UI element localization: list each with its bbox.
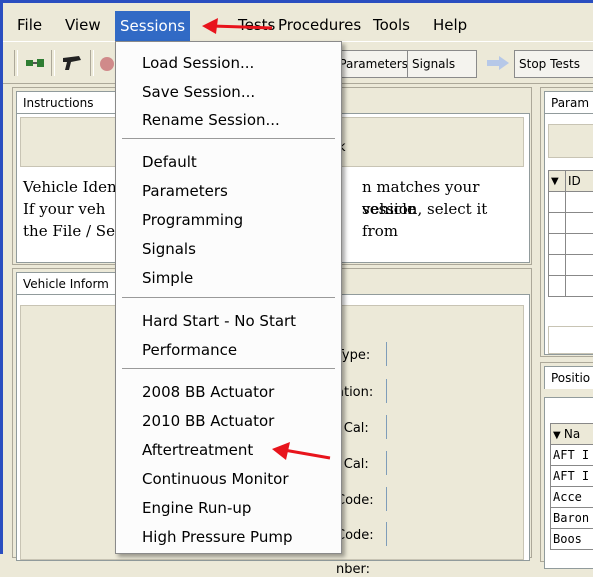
sessions-dropdown-menu: Load Session... Save Session... Rename S… <box>115 41 342 554</box>
menu-item-rename-session[interactable]: Rename Session... <box>142 111 280 129</box>
flash-gun-icon[interactable] <box>61 52 85 74</box>
menu-procedures[interactable]: Procedures <box>278 16 361 34</box>
vehicle-field-value[interactable] <box>386 451 387 475</box>
toolbar-grip <box>14 50 18 76</box>
parameters-grid-header: ▼ ID <box>549 171 593 192</box>
vehicle-field-value[interactable] <box>386 379 387 403</box>
stop-arrow-icon <box>487 55 511 71</box>
parameters-panel: Param ▼ ID 9 9 9 7 8 <box>540 87 593 357</box>
col-id[interactable]: ID <box>566 171 593 192</box>
table-cell: 9 <box>566 213 593 234</box>
instructions-line-start: the File / Se <box>23 222 115 240</box>
table-cell: AFT I <box>551 466 593 487</box>
menu-bar: File View Sessions Tests Procedures Tool… <box>3 3 593 41</box>
menu-item-programming[interactable]: Programming <box>142 211 243 229</box>
menu-item-2008-bb-actuator[interactable]: 2008 BB Actuator <box>142 383 274 401</box>
table-cell: Acce <box>551 487 593 508</box>
menu-separator <box>122 368 335 369</box>
table-row[interactable]: Boos <box>551 529 593 550</box>
filter-icon[interactable]: ▼ <box>549 171 566 192</box>
table-cell: 8 <box>566 276 593 297</box>
instructions-line-start: Vehicle Iden <box>23 178 117 196</box>
table-row[interactable]: 9 <box>549 234 593 255</box>
menu-item-default[interactable]: Default <box>142 153 197 171</box>
menu-separator <box>122 138 335 139</box>
menu-item-continuous-monitor[interactable]: Continuous Monitor <box>142 470 289 488</box>
menu-item-hard-start-no-start[interactable]: Hard Start - No Start <box>142 312 296 330</box>
stop-tests-button[interactable]: Stop Tests <box>514 50 593 78</box>
menu-item-performance[interactable]: Performance <box>142 341 237 359</box>
position-grid: ▼ Na AFT I AFT I Acce Baron Boos <box>550 423 593 550</box>
table-row[interactable]: 8 <box>549 276 593 297</box>
toolbar-separator <box>90 50 94 76</box>
tab-vehicle-information[interactable]: Vehicle Inform <box>16 272 126 295</box>
col-name: Na <box>564 427 580 441</box>
menu-item-simple[interactable]: Simple <box>142 269 193 287</box>
table-cell: 9 <box>566 234 593 255</box>
menu-item-save-session[interactable]: Save Session... <box>142 83 255 101</box>
table-row[interactable]: 9 <box>549 192 593 213</box>
table-cell: Boos <box>551 529 593 550</box>
table-cell: 9 <box>566 192 593 213</box>
vehicle-field-value[interactable] <box>386 522 387 546</box>
menu-item-load-session[interactable]: Load Session... <box>142 54 254 72</box>
menu-item-aftertreatment[interactable]: Aftertreatment <box>142 441 253 459</box>
menu-item-signals[interactable]: Signals <box>142 240 196 258</box>
menu-help[interactable]: Help <box>433 16 467 34</box>
connect-icon[interactable] <box>25 54 45 72</box>
vehicle-field-value[interactable] <box>386 415 387 439</box>
record-icon[interactable] <box>97 54 117 74</box>
position-content: ▼ Na AFT I AFT I Acce Baron Boos <box>544 397 593 569</box>
annotation-arrow-sessions <box>200 16 275 40</box>
menu-item-engine-run-up[interactable]: Engine Run-up <box>142 499 251 517</box>
table-row[interactable]: 9 <box>549 213 593 234</box>
position-panel: Positio ▼ Na AFT I AFT I Acce Baron Boos <box>540 362 593 562</box>
menu-item-2010-bb-actuator[interactable]: 2010 BB Actuator <box>142 412 274 430</box>
position-grid-header: ▼ Na <box>551 424 593 445</box>
table-row[interactable]: Acce <box>551 487 593 508</box>
menu-item-high-pressure-pump[interactable]: High Pressure Pump <box>142 528 292 546</box>
filter-icon[interactable]: ▼ Na <box>551 424 593 445</box>
tab-parameters[interactable]: Param <box>544 91 593 114</box>
table-cell: Baron <box>551 508 593 529</box>
menu-separator <box>122 297 335 298</box>
signals-button[interactable]: Signals <box>407 50 477 78</box>
vehicle-field-value[interactable] <box>386 342 387 366</box>
menu-item-parameters[interactable]: Parameters <box>142 182 228 200</box>
tab-position[interactable]: Positio <box>544 366 593 389</box>
annotation-arrow-aftertreatment <box>270 442 332 468</box>
tab-instructions[interactable]: Instructions <box>16 91 126 114</box>
table-cell: AFT I <box>551 445 593 466</box>
table-cell: 7 <box>566 255 593 276</box>
parameters-content: ▼ ID 9 9 9 7 8 <box>544 113 593 355</box>
toolbar-separator <box>51 50 55 76</box>
instructions-line-start: If your veh <box>23 200 105 218</box>
parameters-footer <box>548 326 593 354</box>
menu-view[interactable]: View <box>65 16 101 34</box>
vehicle-field-label: nber: <box>336 562 370 577</box>
table-row[interactable]: Baron <box>551 508 593 529</box>
menu-sessions[interactable]: Sessions <box>115 11 190 41</box>
menu-file[interactable]: File <box>17 16 42 34</box>
table-row[interactable]: AFT I <box>551 466 593 487</box>
parameters-header <box>548 124 593 158</box>
menu-tools[interactable]: Tools <box>373 16 410 34</box>
table-row[interactable]: 7 <box>549 255 593 276</box>
table-row[interactable]: AFT I <box>551 445 593 466</box>
vehicle-field-value[interactable] <box>386 487 387 511</box>
parameters-grid: ▼ ID 9 9 9 7 8 <box>548 170 593 297</box>
